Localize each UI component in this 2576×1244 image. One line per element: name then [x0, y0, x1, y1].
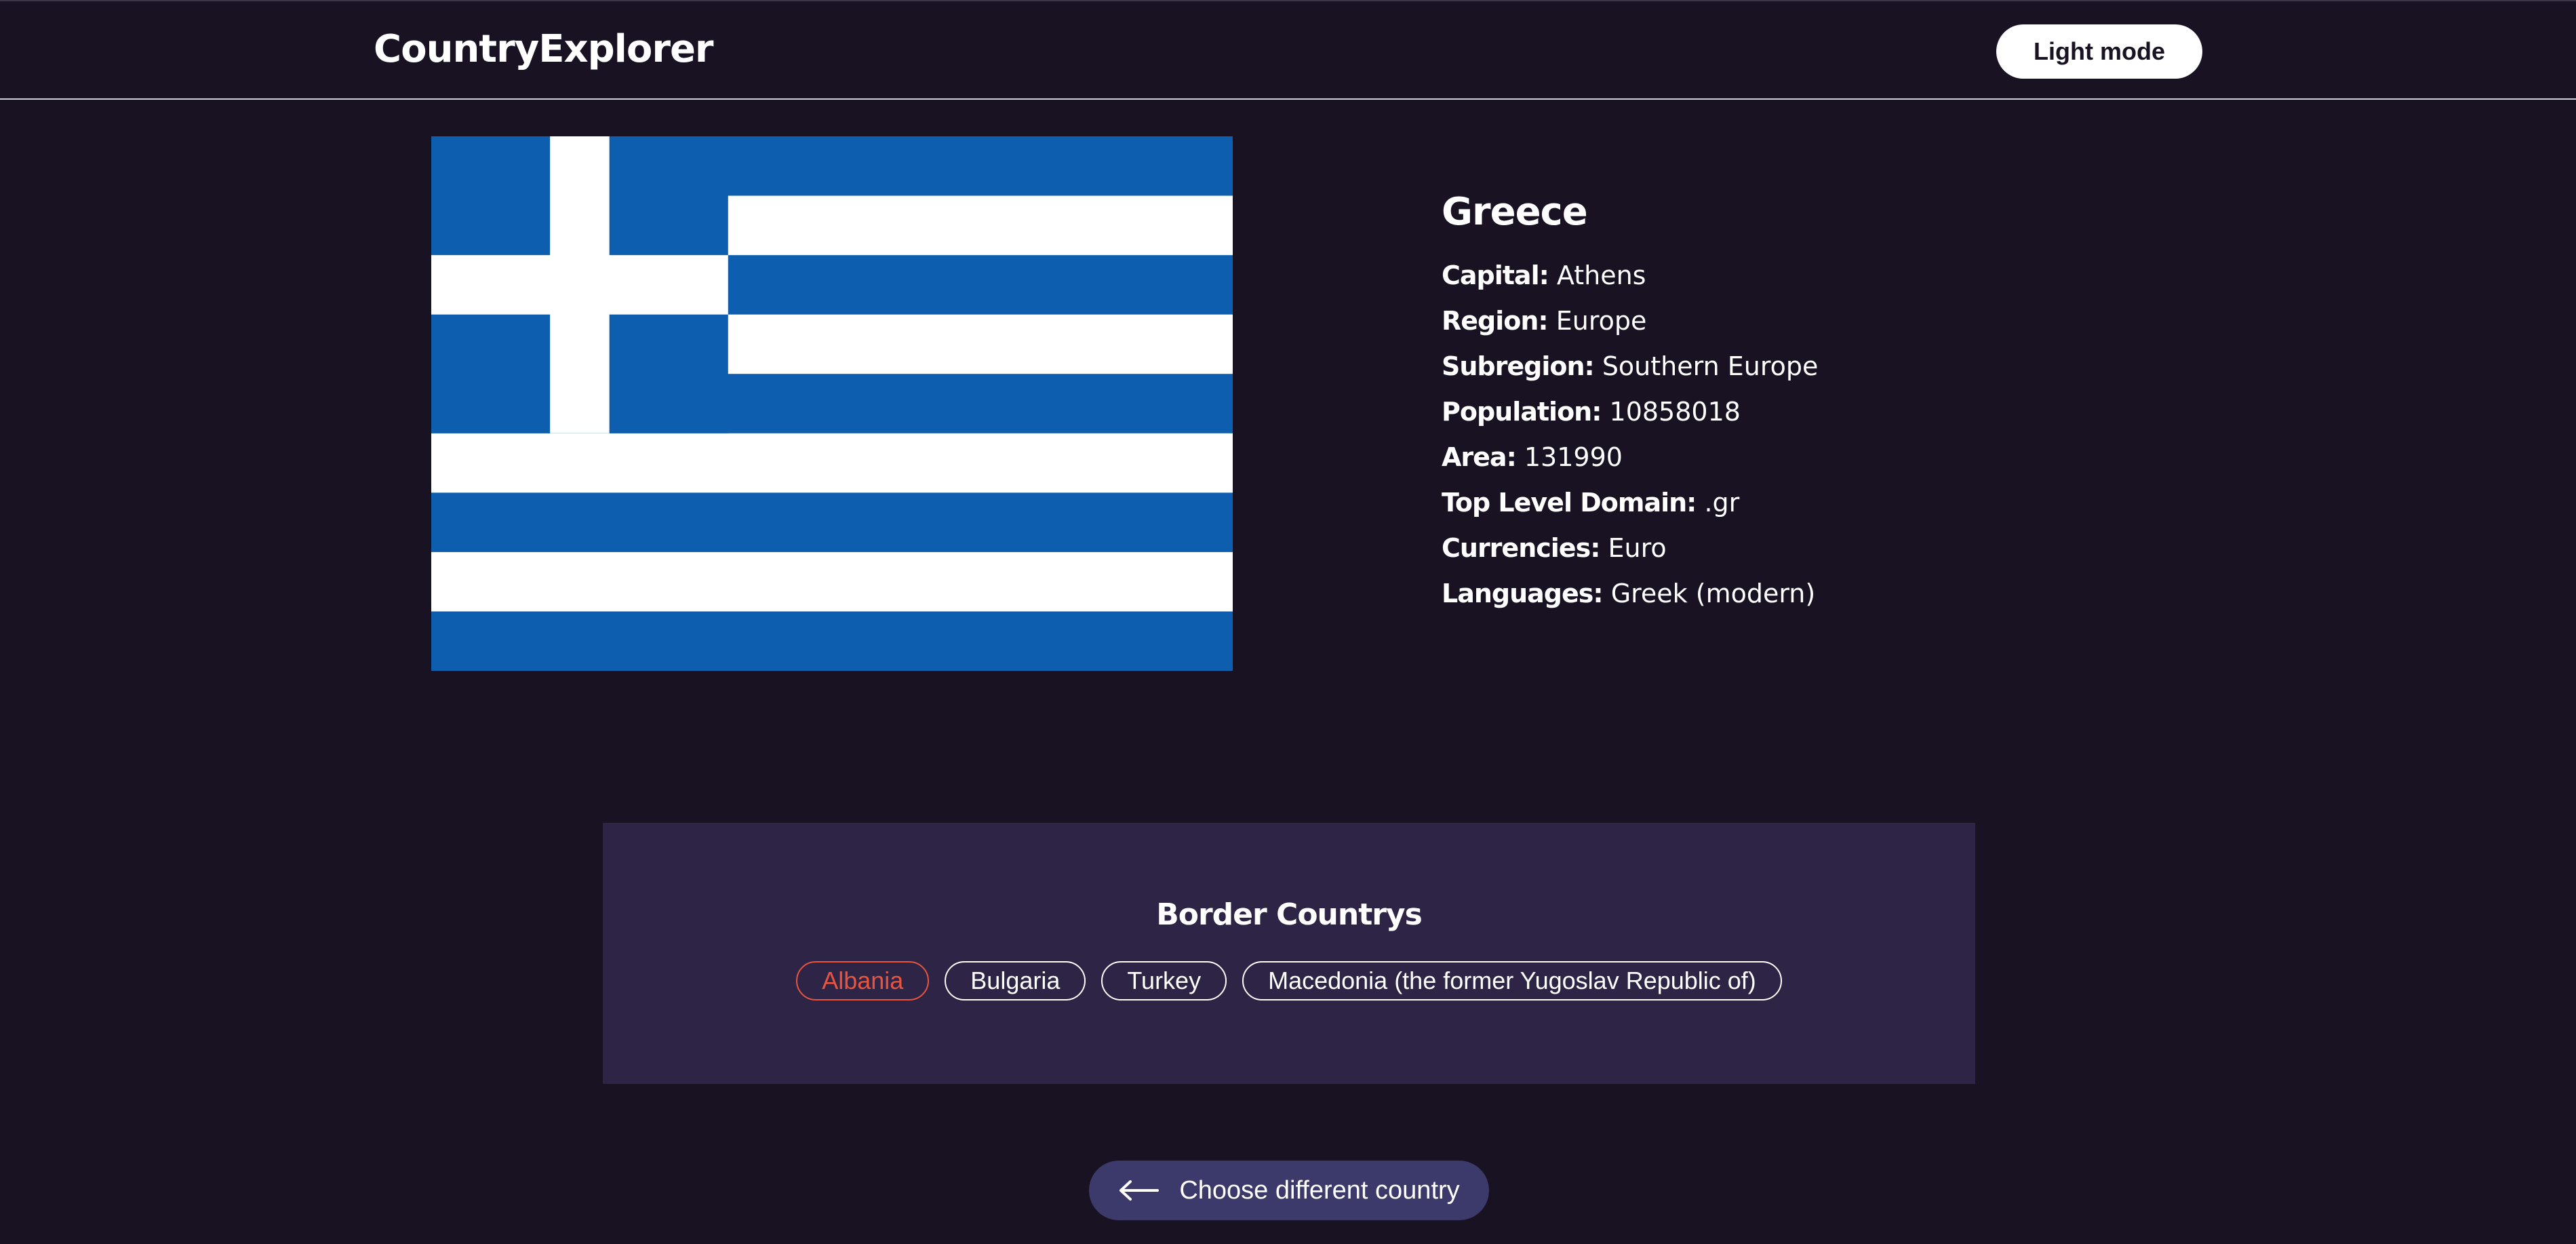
country-detail-key: Population:	[1442, 397, 1602, 427]
choose-different-country-label: Choose different country	[1179, 1175, 1460, 1205]
country-detail-key: Capital:	[1442, 260, 1549, 290]
country-detail-value: Southern Europe	[1602, 351, 1819, 381]
country-detail-key: Area:	[1442, 442, 1517, 472]
country-detail-key: Region:	[1442, 306, 1549, 336]
country-flag-image	[431, 136, 1233, 671]
border-country-chip[interactable]: Bulgaria	[945, 961, 1086, 1000]
border-country-list: Albania Bulgaria Turkey Macedonia (the form…	[603, 961, 1975, 1000]
country-detail-value: 10858018	[1609, 397, 1741, 427]
flag-stripe	[431, 551, 1233, 612]
border-country-chip[interactable]: Macedonia (the former Yugoslav Republic …	[1242, 961, 1782, 1000]
flag-cross-horizontal	[431, 255, 728, 315]
arrow-left-icon	[1119, 1180, 1160, 1201]
country-detail-key: Subregion:	[1442, 351, 1595, 381]
country-detail-value: Greek (modern)	[1610, 579, 1816, 608]
border-country-chip[interactable]: Albania	[796, 961, 930, 1000]
app-logo[interactable]: CountryExplorer	[374, 27, 714, 71]
country-detail-value: Europe	[1555, 306, 1647, 336]
border-country-chip[interactable]: Turkey	[1101, 961, 1227, 1000]
country-detail-value: Euro	[1608, 533, 1667, 563]
country-detail-key: Languages:	[1442, 579, 1604, 608]
app-header: CountryExplorer Light mode	[0, 0, 2576, 100]
country-detail-row: Currencies: Euro	[1442, 526, 1818, 571]
country-name: Greece	[1442, 190, 1588, 234]
country-detail-row: Area: 131990	[1442, 435, 1818, 480]
country-detail-value: .gr	[1704, 488, 1740, 518]
country-detail-row: Capital: Athens	[1442, 253, 1818, 298]
country-detail-row: Languages: Greek (modern)	[1442, 571, 1818, 617]
border-countries-panel: Border Countrys Albania Bulgaria Turkey Mac…	[603, 823, 1975, 1084]
country-detail-list: Capital: Athens Region: Europe Subregion: …	[1442, 253, 1818, 617]
country-detail-value: 131990	[1524, 442, 1623, 472]
country-info: Greece Capital: Athens Region: Europe Subr…	[1442, 190, 1818, 617]
country-detail-row: Population: 10858018	[1442, 389, 1818, 435]
choose-different-country-button[interactable]: Choose different country	[1089, 1161, 1489, 1220]
flag-stripe	[431, 433, 1233, 493]
light-mode-toggle-button[interactable]: Light mode	[1996, 24, 2202, 79]
country-detail-row: Region: Europe	[1442, 298, 1818, 344]
country-detail-key: Top Level Domain:	[1442, 488, 1697, 518]
country-detail-value: Athens	[1556, 260, 1646, 290]
country-detail-row: Top Level Domain: .gr	[1442, 480, 1818, 526]
border-countries-title: Border Countrys	[1156, 897, 1423, 932]
country-detail-key: Currencies:	[1442, 533, 1600, 563]
country-detail-row: Subregion: Southern Europe	[1442, 344, 1818, 389]
